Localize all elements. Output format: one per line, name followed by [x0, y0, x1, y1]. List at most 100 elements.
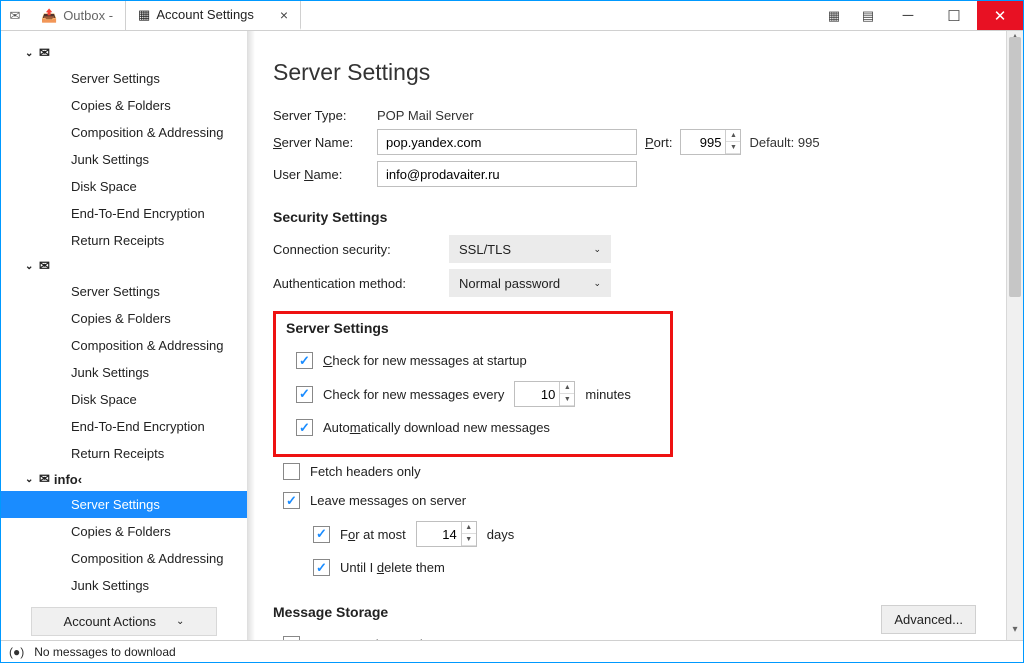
sidebar-item-e2e[interactable]: End-To-End Encryption [1, 200, 247, 227]
sidebar-item-junk[interactable]: Junk Settings [1, 572, 247, 599]
chevron-down-icon: ⌄ [25, 48, 35, 59]
account-header-1[interactable]: ⌄ ✉ [1, 41, 247, 65]
for-at-most-stepper[interactable]: ▲▼ [416, 521, 477, 547]
sidebar-item-composition[interactable]: Composition & Addressing [1, 119, 247, 146]
sidebar-item-server-settings[interactable]: Server Settings [1, 65, 247, 92]
sync-icon: (●) [9, 645, 24, 659]
port-stepper[interactable]: ▲▼ [680, 129, 741, 155]
until-delete-label: Until I delete them [340, 560, 445, 575]
fetch-headers-label: Fetch headers only [310, 464, 421, 479]
scroll-down-icon[interactable]: ▾ [1007, 624, 1023, 640]
titlebar-spacer [301, 1, 817, 30]
tab-account-settings[interactable]: ▦ Account Settings × [126, 1, 301, 30]
check-every-stepper[interactable]: ▲▼ [514, 381, 575, 407]
sidebar-item-junk[interactable]: Junk Settings [1, 359, 247, 386]
close-button[interactable]: ✕ [977, 1, 1023, 30]
check-every-label-pre: Check for new messages every [323, 387, 504, 402]
tab-label: Account Settings [156, 7, 254, 22]
tab-label: Outbox - [63, 8, 113, 23]
chevron-down-icon: ⌄ [25, 261, 35, 272]
main-area: ⌄ ✉ Server Settings Copies & Folders Com… [1, 31, 1023, 640]
highlight-box: Server Settings Check for new messages a… [273, 311, 673, 457]
chevron-down-icon: ⌄ [593, 278, 601, 289]
security-heading: Security Settings [273, 209, 986, 225]
scrollbar[interactable]: ▴ ▾ [1006, 31, 1023, 640]
for-at-most-checkbox[interactable] [313, 526, 330, 543]
sidebar-item-disk-space[interactable]: Disk Space [1, 173, 247, 200]
mail-icon: ✉ [39, 258, 50, 274]
spin-up-icon[interactable]: ▲ [726, 130, 740, 142]
inbox-icon: 📤 [41, 8, 57, 24]
sidebar-item-copies-folders[interactable]: Copies & Folders [1, 518, 247, 545]
spin-down-icon[interactable]: ▼ [462, 534, 476, 546]
check-every-input[interactable] [515, 387, 559, 402]
account-actions-button[interactable]: Account Actions ⌄ [31, 607, 217, 636]
mail-icon: ✉ [39, 45, 50, 61]
sidebar-item-junk[interactable]: Junk Settings [1, 146, 247, 173]
sidebar-item-e2e[interactable]: End-To-End Encryption [1, 413, 247, 440]
spin-up-icon[interactable]: ▲ [560, 382, 574, 394]
sidebar-item-return-receipts[interactable]: Return Receipts [1, 440, 247, 467]
spin-down-icon[interactable]: ▼ [560, 394, 574, 406]
chevron-down-icon: ⌄ [176, 616, 184, 627]
leave-on-server-label: Leave messages on server [310, 493, 466, 508]
auth-method-dropdown[interactable]: Normal password ⌄ [449, 269, 611, 297]
server-settings-heading: Server Settings [286, 320, 660, 336]
tasks-icon[interactable]: ▤ [851, 1, 885, 30]
page-title: Server Settings [273, 59, 986, 86]
empty-trash-label: Empty Trash on Exit [310, 637, 426, 640]
scroll-thumb[interactable] [1009, 37, 1021, 297]
for-at-most-label-post: days [487, 527, 514, 542]
sidebar-item-disk-space[interactable]: Disk Space [1, 386, 247, 413]
account-sidebar: ⌄ ✉ Server Settings Copies & Folders Com… [1, 31, 247, 640]
status-message: No messages to download [34, 645, 175, 659]
check-every-checkbox[interactable] [296, 386, 313, 403]
check-startup-label: Check for new messages at startup [323, 353, 527, 368]
mail-icon: ✉ [39, 471, 50, 487]
spin-up-icon[interactable]: ▲ [462, 522, 476, 534]
sidebar-item-server-settings[interactable]: Server Settings [1, 491, 247, 518]
port-input[interactable] [681, 135, 725, 150]
tab-outbox[interactable]: 📤 Outbox - [29, 1, 126, 30]
settings-icon: ▦ [138, 7, 150, 23]
check-every-label-post: minutes [585, 387, 631, 402]
user-name-input[interactable] [377, 161, 637, 187]
server-type-value: POP Mail Server [377, 108, 474, 123]
leave-on-server-checkbox[interactable] [283, 492, 300, 509]
statusbar: (●) No messages to download [1, 640, 1023, 662]
spin-down-icon[interactable]: ▼ [726, 142, 740, 154]
auth-method-label: Authentication method: [273, 276, 441, 291]
server-name-label: Server Name: [273, 135, 369, 150]
minimize-button[interactable]: ─ [885, 1, 931, 30]
account-header-2[interactable]: ⌄ ✉ [1, 254, 247, 278]
conn-security-label: Connection security: [273, 242, 441, 257]
server-name-input[interactable] [377, 129, 637, 155]
port-label: Port: [645, 135, 672, 150]
fetch-headers-checkbox[interactable] [283, 463, 300, 480]
sidebar-item-return-receipts[interactable]: Return Receipts [1, 227, 247, 254]
sidebar-item-copies-folders[interactable]: Copies & Folders [1, 305, 247, 332]
settings-content: Server Settings Server Type: POP Mail Se… [247, 31, 1006, 640]
app-icon: ✉ [1, 1, 29, 30]
chevron-down-icon: ⌄ [593, 244, 601, 255]
until-delete-checkbox[interactable] [313, 559, 330, 576]
calendar-icon[interactable]: ▦ [817, 1, 851, 30]
account-actions-label: Account Actions [64, 614, 157, 629]
default-port: Default: 995 [749, 135, 819, 150]
account-header-info[interactable]: ⌄ ✉ info‹ [1, 467, 247, 491]
sidebar-item-composition[interactable]: Composition & Addressing [1, 332, 247, 359]
close-icon[interactable]: × [280, 7, 288, 23]
conn-security-dropdown[interactable]: SSL/TLS ⌄ [449, 235, 611, 263]
dropdown-value: SSL/TLS [459, 242, 511, 257]
chevron-down-icon: ⌄ [25, 474, 35, 485]
auto-download-checkbox[interactable] [296, 419, 313, 436]
for-at-most-input[interactable] [417, 527, 461, 542]
maximize-button[interactable]: ☐ [931, 1, 977, 30]
check-startup-checkbox[interactable] [296, 352, 313, 369]
empty-trash-checkbox[interactable] [283, 636, 300, 640]
advanced-button[interactable]: Advanced... [881, 605, 976, 634]
sidebar-item-composition[interactable]: Composition & Addressing [1, 545, 247, 572]
auto-download-label: Automatically download new messages [323, 420, 550, 435]
sidebar-item-copies-folders[interactable]: Copies & Folders [1, 92, 247, 119]
sidebar-item-server-settings[interactable]: Server Settings [1, 278, 247, 305]
